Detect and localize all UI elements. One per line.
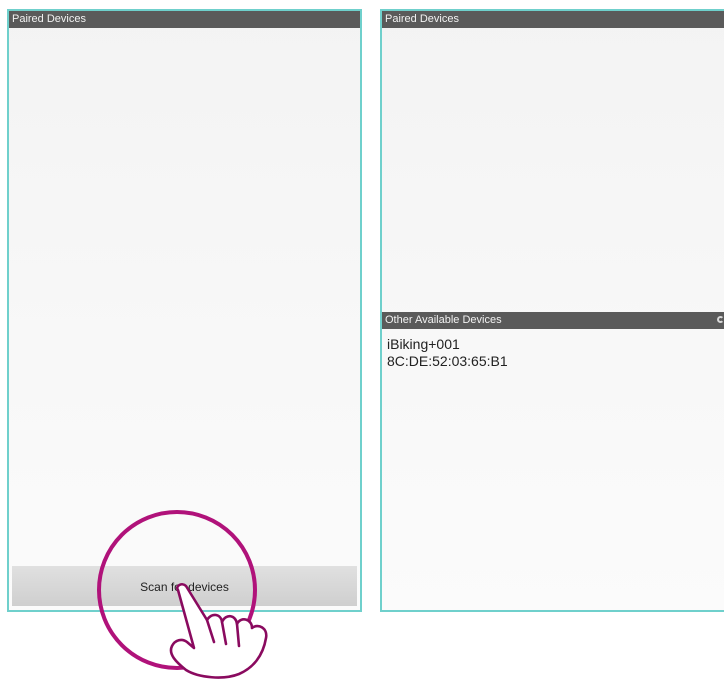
paired-devices-header: Paired Devices [382, 11, 724, 28]
scan-for-devices-button[interactable]: Scan for devices [12, 566, 357, 606]
right-phone-screen: Paired Devices Other Available Devices i… [380, 9, 724, 612]
other-available-devices-header: Other Available Devices [382, 312, 724, 329]
loading-spinner-icon [717, 316, 724, 323]
device-list-item[interactable]: iBiking+001 8C:DE:52:03:65:B1 [387, 336, 508, 370]
other-available-devices-label: Other Available Devices [385, 314, 502, 326]
device-address: 8C:DE:52:03:65:B1 [387, 353, 508, 369]
paired-devices-header: Paired Devices [9, 11, 360, 28]
device-name: iBiking+001 [387, 336, 460, 352]
left-phone-screen: Paired Devices Scan for devices [7, 9, 362, 612]
